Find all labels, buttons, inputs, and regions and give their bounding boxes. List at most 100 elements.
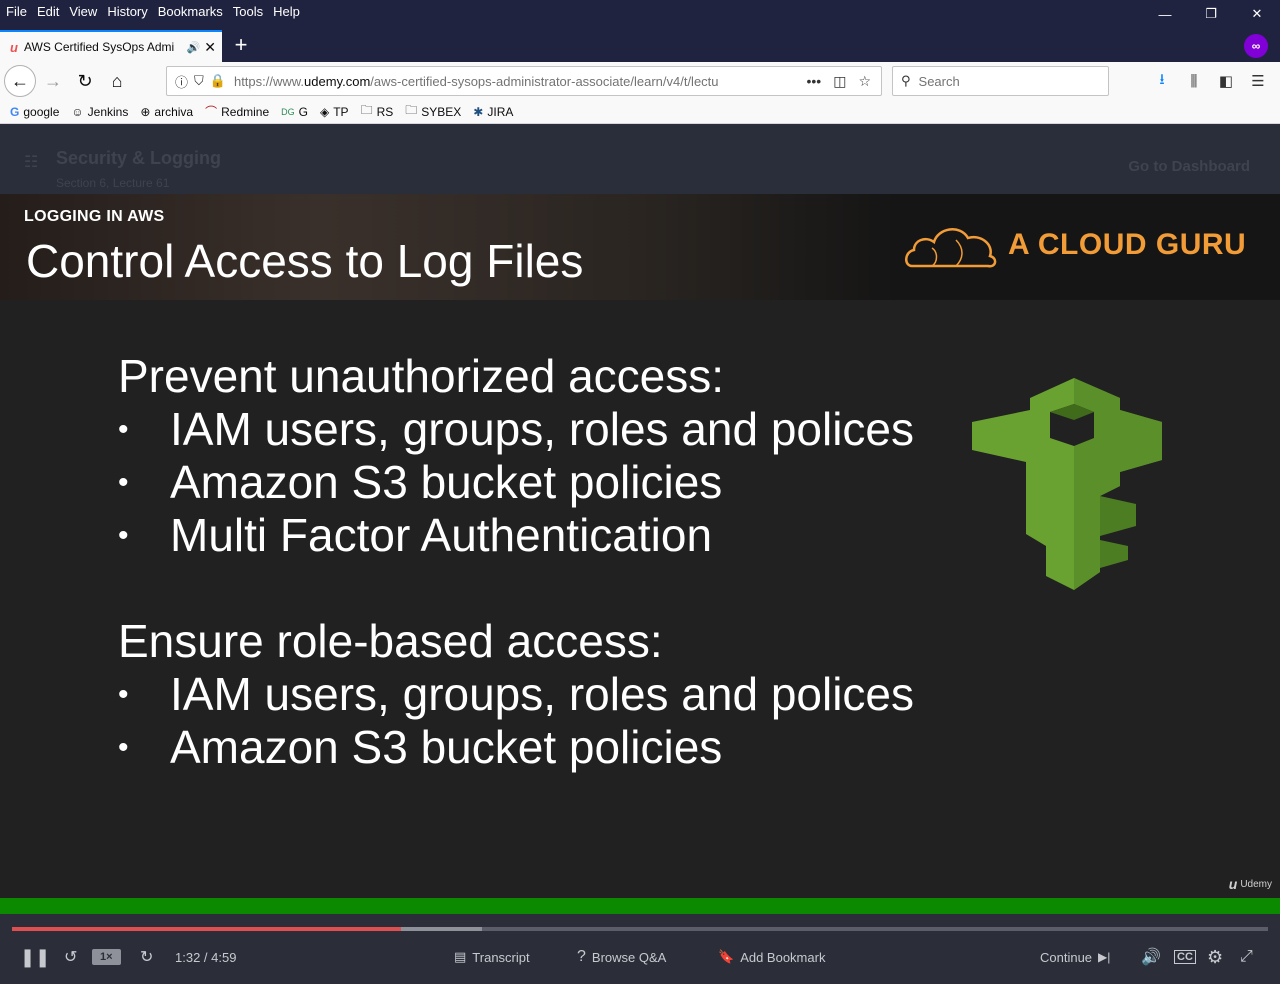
settings-gear-icon[interactable]: ⚙ xyxy=(1207,946,1229,968)
minimize-icon[interactable]: — xyxy=(1142,0,1188,28)
bookmark-rs[interactable]: 🗀 RS xyxy=(361,101,394,122)
brand-name: A CLOUD GURU xyxy=(1008,228,1247,261)
browse-qa-button[interactable]: ? Browse Q&A xyxy=(577,946,666,968)
player-controls: ❚❚ ↺ 1× ↻ 1:32 / 4:59 ▤ Transcript ? Brows… xyxy=(0,914,1280,984)
question-icon: ? xyxy=(577,948,586,965)
bookmark-google[interactable]: Ggoogle xyxy=(10,105,59,119)
video-player[interactable]: LOGGING IN AWS Control Access to Log Fil… xyxy=(0,194,1280,898)
slide-title: Control Access to Log Files xyxy=(26,235,584,287)
go-to-dashboard-link[interactable]: Go to Dashboard xyxy=(1128,158,1250,175)
folder-icon: 🗀 xyxy=(360,103,373,117)
menu-bookmarks[interactable]: Bookmarks xyxy=(158,4,223,19)
private-browsing-icon: ∞ xyxy=(1244,34,1268,58)
iam-key-icon xyxy=(972,378,1162,590)
lecture-section-title: Security & Logging xyxy=(56,148,222,168)
navigation-toolbar: ← → ↻ ⌂ ⓘ ⛉ 🔒 https://www.udemy.com/aws-… xyxy=(0,62,1280,100)
info-icon[interactable]: ⓘ xyxy=(175,72,188,91)
search-placeholder: Search xyxy=(918,73,960,89)
bookmark-jira[interactable]: ✱ JIRA xyxy=(473,105,513,119)
captions-icon[interactable]: CC xyxy=(1174,946,1202,968)
lock-icon: 🔒 xyxy=(209,73,226,88)
sidebar-icon[interactable]: ◧ xyxy=(1210,66,1242,96)
window-titlebar: File Edit View History Bookmarks Tools H… xyxy=(0,0,1280,62)
section-heading: Prevent unauthorized access: xyxy=(118,350,725,402)
forward-arrow-icon[interactable]: → xyxy=(38,66,68,96)
skip-next-icon: ▶| xyxy=(1098,950,1111,964)
continue-button[interactable]: Continue ▶| xyxy=(1040,946,1110,968)
star-bookmark-icon[interactable]: ☆ xyxy=(858,73,871,90)
document-icon: ▤ xyxy=(454,949,467,964)
menu-help[interactable]: Help xyxy=(273,4,300,19)
reload-icon[interactable]: ↻ xyxy=(70,66,100,96)
window-controls: — ❐ ✕ xyxy=(1142,0,1280,28)
home-icon[interactable]: ⌂ xyxy=(102,66,132,96)
curriculum-list-icon[interactable]: ☷ xyxy=(24,152,38,172)
close-window-icon[interactable]: ✕ xyxy=(1234,0,1280,28)
slide-content: Prevent unauthorized access: • IAM users,… xyxy=(118,350,914,774)
slide-banner: LOGGING IN AWS Control Access to Log Fil… xyxy=(0,194,1280,300)
bookmark-icon: 🔖 xyxy=(718,949,735,964)
download-icon[interactable]: ⭳ xyxy=(1146,66,1178,96)
menu-edit[interactable]: Edit xyxy=(37,4,59,19)
bookmark-redmine[interactable]: ⌒ Redmine xyxy=(205,103,269,120)
menu-bar: File Edit View History Bookmarks Tools H… xyxy=(0,0,310,22)
url-bar[interactable]: ⓘ ⛉ 🔒 https://www.udemy.com/aws-certifie… xyxy=(166,66,882,96)
speaker-icon[interactable]: 🔊 xyxy=(187,41,201,54)
menu-tools[interactable]: Tools xyxy=(233,4,263,19)
progress-bar[interactable] xyxy=(12,927,1268,931)
search-input[interactable]: ⚲ Search xyxy=(892,66,1109,96)
green-divider-bar xyxy=(0,898,1280,914)
g-icon: DG xyxy=(281,106,295,117)
google-icon: G xyxy=(10,104,20,119)
bookmark-sybex[interactable]: 🗀 SYBEX xyxy=(405,101,461,122)
redmine-icon: ⌒ xyxy=(205,105,218,119)
bookmark-tp[interactable]: ◈ TP xyxy=(320,105,349,119)
forward-icon[interactable]: ↻ xyxy=(140,946,159,968)
restore-icon[interactable]: ❐ xyxy=(1188,0,1234,28)
playback-speed-button[interactable]: 1× xyxy=(92,946,121,968)
bookmark-archiva[interactable]: ⊕ archiva xyxy=(140,105,193,119)
folder-icon: 🗀 xyxy=(405,103,418,117)
bookmarks-toolbar: Ggoogle ☺ Jenkins ⊕ archiva ⌒ Redmine DG G ◈… xyxy=(0,100,1280,124)
section-heading: Ensure role-based access: xyxy=(118,615,663,667)
page-actions-icon[interactable]: ••• xyxy=(806,73,821,90)
menu-history[interactable]: History xyxy=(107,4,147,19)
shield-icon[interactable]: ⛉ xyxy=(194,73,204,89)
library-icon[interactable]: ⫼ xyxy=(1178,66,1210,96)
bullet-item: • IAM users, groups, roles and polices xyxy=(118,668,915,720)
new-tab-icon[interactable]: + xyxy=(228,32,254,58)
bullet-item: • Amazon S3 bucket policies xyxy=(118,456,723,508)
fullscreen-icon[interactable]: ⤢ xyxy=(1240,946,1259,968)
udemy-logo-icon: u xyxy=(1228,876,1238,892)
menu-view[interactable]: View xyxy=(69,4,97,19)
menu-file[interactable]: File xyxy=(6,4,27,19)
udemy-favicon-icon: u xyxy=(10,39,18,55)
course-header: ☷ Security & Logging Section 6, Lecture … xyxy=(0,124,1280,194)
browser-tab[interactable]: u AWS Certified SysOps Admi 🔊 ✕ xyxy=(0,30,222,62)
slide-kicker: LOGGING IN AWS xyxy=(24,208,165,225)
add-bookmark-button[interactable]: 🔖 Add Bookmark xyxy=(718,946,825,968)
udemy-watermark: u Udemy xyxy=(1228,876,1272,892)
back-arrow-icon[interactable]: ← xyxy=(4,65,36,97)
globe-icon: ⊕ xyxy=(140,104,151,119)
time-display: 1:32 / 4:59 xyxy=(175,949,237,965)
bullet-item: • Multi Factor Authentication xyxy=(118,509,713,561)
tab-title: AWS Certified SysOps Admi xyxy=(23,40,175,54)
search-icon: ⚲ xyxy=(901,73,911,88)
bookmark-jenkins[interactable]: ☺ Jenkins xyxy=(71,105,128,119)
pause-button[interactable]: ❚❚ xyxy=(20,946,56,968)
bullet-item: • Amazon S3 bucket policies xyxy=(118,721,723,773)
rewind-icon[interactable]: ↺ xyxy=(64,946,83,968)
bookmark-g[interactable]: DG G xyxy=(281,105,308,119)
lecture-subtitle: Section 6, Lecture 61 xyxy=(56,176,170,190)
jira-icon: ✱ xyxy=(473,104,484,119)
pocket-icon[interactable]: ◫ xyxy=(833,73,846,90)
bullet-item: • IAM users, groups, roles and polices xyxy=(118,403,915,455)
jenkins-icon: ☺ xyxy=(71,104,84,119)
transcript-button[interactable]: ▤ Transcript xyxy=(454,946,530,968)
close-tab-icon[interactable]: ✕ xyxy=(204,39,216,56)
url-text[interactable]: https://www.udemy.com/aws-certified-syso… xyxy=(234,74,797,89)
volume-icon[interactable]: 🔊 xyxy=(1141,946,1167,968)
tp-icon: ◈ xyxy=(319,104,330,119)
hamburger-menu-icon[interactable]: ☰ xyxy=(1242,66,1274,96)
